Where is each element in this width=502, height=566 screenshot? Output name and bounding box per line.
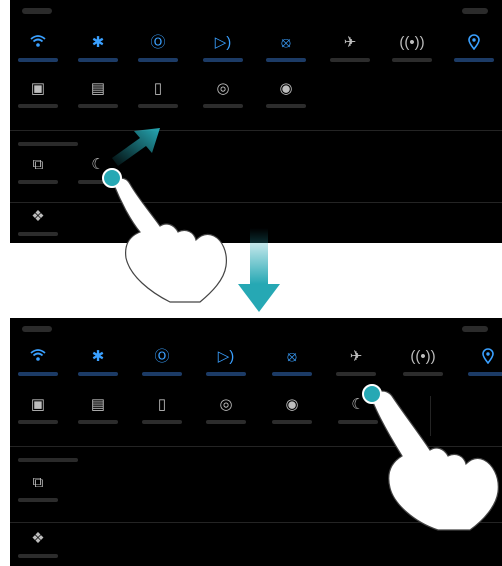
- hand-pointer-icon: [113, 177, 227, 303]
- drag-direction-arrow: [112, 128, 160, 166]
- touch-point-icon: [102, 168, 122, 188]
- touch-point-icon: [362, 384, 382, 404]
- down-arrow-icon: [238, 228, 280, 312]
- gesture-overlay: [102, 128, 499, 531]
- hand-pointer-icon: [371, 390, 499, 531]
